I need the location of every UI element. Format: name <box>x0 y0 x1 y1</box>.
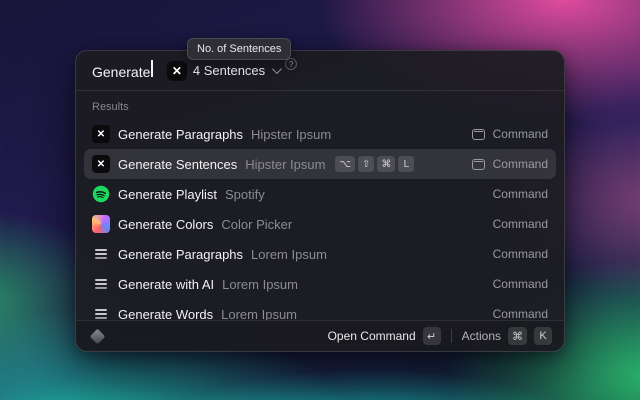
window-icon <box>472 159 485 170</box>
search-bar: Generate 4 Sentences ? <box>76 51 564 91</box>
results-header: Results <box>84 93 556 119</box>
dropdown-value: 4 Sentences <box>193 63 265 78</box>
command-key: ⌘ <box>377 156 395 172</box>
result-title: Generate Words <box>118 307 213 321</box>
open-command-button[interactable]: Open Command ↵ <box>328 327 441 345</box>
result-subtitle: Color Picker <box>221 217 292 232</box>
result-row-generate-paragraphs-lorem[interactable]: Generate Paragraphs Lorem Ipsum Command <box>84 239 556 269</box>
result-type: Command <box>493 247 548 261</box>
result-title: Generate Playlist <box>118 187 217 202</box>
result-row-generate-sentences-hipster[interactable]: Generate Sentences Hipster Ipsum ⌥ ⇧ ⌘ L… <box>84 149 556 179</box>
actions-button[interactable]: Actions ⌘ K <box>462 327 552 345</box>
result-subtitle: Lorem Ipsum <box>221 307 297 321</box>
result-subtitle: Lorem Ipsum <box>222 277 298 292</box>
hipster-ipsum-icon <box>92 125 110 143</box>
actions-label: Actions <box>462 329 501 343</box>
result-type: Command <box>493 157 548 171</box>
result-title: Generate Colors <box>118 217 213 232</box>
command-key: ⌘ <box>508 327 527 345</box>
hipster-ipsum-icon <box>167 61 187 81</box>
result-subtitle: Spotify <box>225 187 265 202</box>
k-key: K <box>534 327 552 345</box>
command-palette-window: No. of Sentences Generate 4 Sentences ? … <box>75 50 565 352</box>
lorem-ipsum-icon <box>92 275 110 293</box>
text-cursor <box>151 60 153 77</box>
footer-divider <box>451 329 452 343</box>
result-title: Generate Paragraphs <box>118 247 243 262</box>
spotify-icon <box>92 185 110 203</box>
option-key: ⌥ <box>335 156 355 172</box>
help-icon: ? <box>285 58 297 70</box>
shortcut-keys: ⌥ ⇧ ⌘ L <box>335 156 414 172</box>
chevron-down-icon <box>272 64 282 74</box>
result-title: Generate with AI <box>118 277 214 292</box>
sentences-dropdown[interactable]: 4 Sentences <box>193 63 279 78</box>
search-input[interactable]: Generate <box>92 60 153 82</box>
result-title: Generate Sentences <box>118 157 237 172</box>
shift-key: ⇧ <box>358 156 374 172</box>
color-picker-icon <box>92 215 110 233</box>
window-icon <box>472 129 485 140</box>
result-type: Command <box>493 217 548 231</box>
lorem-ipsum-icon <box>92 245 110 263</box>
result-subtitle: Hipster Ipsum <box>245 157 325 172</box>
result-type: Command <box>493 307 548 320</box>
result-type: Command <box>493 277 548 291</box>
l-key: L <box>398 156 414 172</box>
result-row-generate-paragraphs-hipster[interactable]: Generate Paragraphs Hipster Ipsum Comman… <box>84 119 556 149</box>
open-command-label: Open Command <box>328 329 416 343</box>
result-row-generate-playlist-spotify[interactable]: Generate Playlist Spotify Command <box>84 179 556 209</box>
result-title: Generate Paragraphs <box>118 127 243 142</box>
hipster-ipsum-icon <box>92 155 110 173</box>
result-subtitle: Lorem Ipsum <box>251 247 327 262</box>
enter-key: ↵ <box>423 327 441 345</box>
result-row-generate-words[interactable]: Generate Words Lorem Ipsum Command <box>84 299 556 320</box>
result-row-generate-with-ai[interactable]: Generate with AI Lorem Ipsum Command <box>84 269 556 299</box>
tooltip: No. of Sentences <box>187 38 291 60</box>
lorem-ipsum-icon <box>92 305 110 320</box>
result-type: Command <box>493 187 548 201</box>
raycast-logo-icon <box>90 328 106 344</box>
result-type: Command <box>493 127 548 141</box>
results-list: Results Generate Paragraphs Hipster Ipsu… <box>76 91 564 320</box>
result-row-generate-colors[interactable]: Generate Colors Color Picker Command <box>84 209 556 239</box>
footer-bar: Open Command ↵ Actions ⌘ K <box>76 320 564 351</box>
result-subtitle: Hipster Ipsum <box>251 127 331 142</box>
